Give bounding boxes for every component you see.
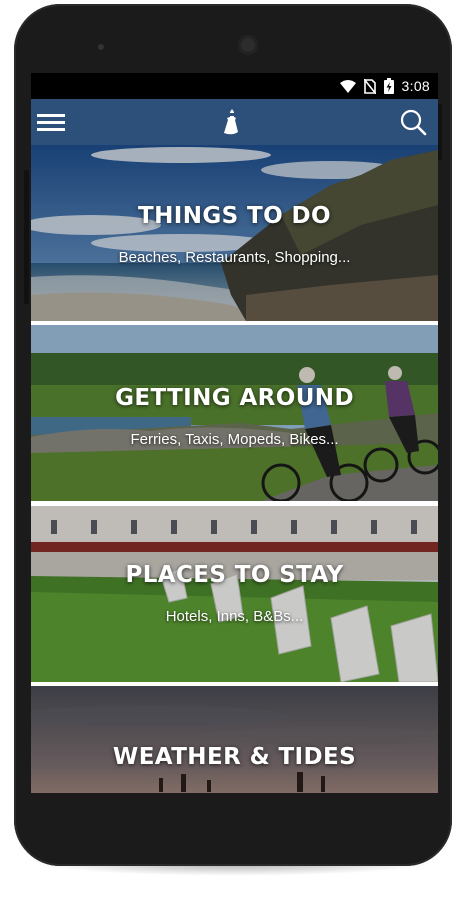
- app-bar: [31, 99, 438, 145]
- battery-charging-icon: [383, 78, 394, 94]
- card-subtitle: Ferries, Taxis, Mopeds, Bikes...: [130, 431, 339, 448]
- card-places-to-stay[interactable]: PLACES TO STAY Hotels, Inns, B&Bs...: [31, 506, 438, 682]
- volume-button: [24, 170, 29, 304]
- search-icon: [400, 109, 427, 136]
- card-title: GETTING AROUND: [115, 385, 354, 411]
- card-subtitle: Hotels, Inns, B&Bs...: [165, 608, 304, 625]
- hamburger-menu-icon: [37, 114, 65, 131]
- wifi-icon: [339, 79, 356, 93]
- search-button[interactable]: [398, 108, 428, 138]
- status-bar: 3:08: [31, 73, 438, 99]
- card-things-to-do[interactable]: THINGS TO DO Beaches, Restaurants, Shopp…: [31, 145, 438, 321]
- card-subtitle: Beaches, Restaurants, Shopping...: [118, 249, 351, 266]
- front-camera: [238, 35, 258, 55]
- sensor-dot: [98, 44, 104, 50]
- category-list: THINGS TO DO Beaches, Restaurants, Shopp…: [31, 145, 438, 793]
- menu-button[interactable]: [35, 107, 71, 137]
- card-title: THINGS TO DO: [138, 203, 331, 229]
- card-getting-around[interactable]: GETTING AROUND Ferries, Taxis, Mopeds, B…: [31, 325, 438, 501]
- lighthouse-logo-icon: [224, 109, 238, 135]
- no-sim-icon: [363, 78, 376, 94]
- screen: 3:08 THINGS TO DO Beaches, Restaurants, …: [31, 73, 438, 793]
- card-title: PLACES TO STAY: [125, 562, 344, 588]
- card-title: WEATHER & TIDES: [112, 744, 357, 770]
- card-weather-tides[interactable]: WEATHER & TIDES: [31, 686, 438, 793]
- status-time: 3:08: [401, 78, 430, 94]
